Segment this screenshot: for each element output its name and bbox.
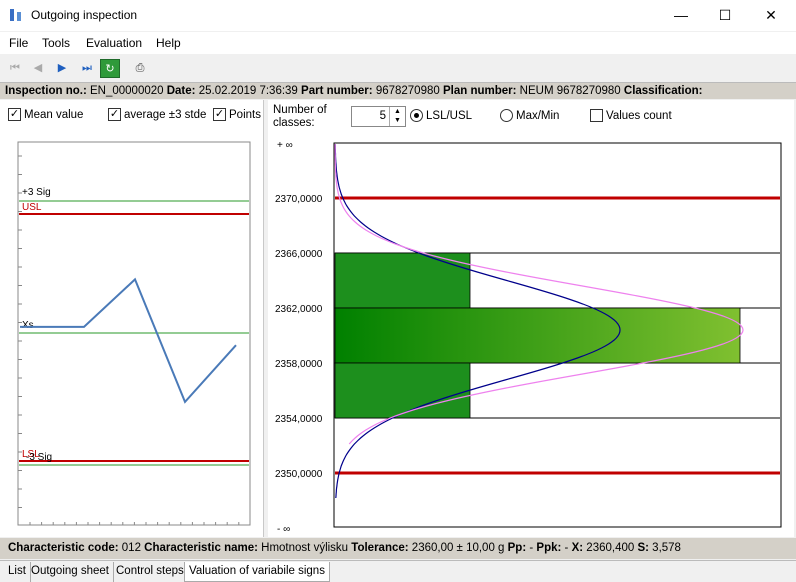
app-icon <box>10 9 21 21</box>
menu-file[interactable]: File <box>9 36 28 50</box>
window-title: Outgoing inspection <box>31 8 138 22</box>
s-value: 3,578 <box>652 542 681 554</box>
print-icon[interactable]: ⎙ <box>130 59 150 78</box>
values-count-check[interactable] <box>590 109 603 122</box>
plus3-sig-label: +3 Sig <box>22 187 51 198</box>
y-tick-label: 2358,0000 <box>275 359 323 370</box>
max-min-radio-dot[interactable] <box>500 109 513 122</box>
name-value: Hmotnost výlisku <box>261 542 349 554</box>
s-label: S: <box>637 542 649 554</box>
y-tick-label: 2370,0000 <box>275 194 323 205</box>
inspection-info-bar: Inspection no.: EN_00000020 Date: 25.02.… <box>0 82 796 99</box>
values-count-label: Values count <box>606 109 672 122</box>
control-chart: +3 Sig USL Xs LSL -3 Sig <box>17 141 251 526</box>
menu-bar: File Tools Evaluation Help <box>0 32 796 54</box>
xs-label: Xs <box>22 320 34 331</box>
max-min-radio[interactable]: Max/Min <box>500 109 559 122</box>
plan-value: NEUM 9678270980 <box>519 85 621 97</box>
y-tick-label: 2354,0000 <box>275 414 323 425</box>
histogram-bar <box>334 252 471 309</box>
tolerance-value: 2360,00 ± 10,00 g <box>411 542 505 554</box>
histogram-bar <box>334 307 741 364</box>
tab-control-steps[interactable]: Control steps <box>112 562 189 582</box>
classes-label: Number of classes: <box>273 104 327 129</box>
part-label: Part number: <box>301 85 373 97</box>
part-value: 9678270980 <box>375 85 440 97</box>
date-value: 25.02.2019 7:36:39 <box>198 85 298 97</box>
y-tick-label: 2362,0000 <box>275 304 323 315</box>
maximize-button[interactable]: ☐ <box>702 0 748 31</box>
tab-outgoing-sheet[interactable]: Outgoing sheet <box>27 562 115 582</box>
histogram-panel: Number of classes: 5 ▲ ▼ LSL/USL Max/Min … <box>268 100 794 537</box>
points-checkbox[interactable]: ✓ Points <box>213 108 261 121</box>
ppk-label: Ppk: <box>536 542 562 554</box>
code-label: Characteristic code: <box>8 542 119 554</box>
menu-tools[interactable]: Tools <box>42 36 70 50</box>
histogram-bar <box>334 362 471 419</box>
average-checkbox[interactable]: ✓ average ±3 stde <box>108 108 206 121</box>
minus3-sig-label: -3 Sig <box>26 452 52 463</box>
first-record-icon[interactable]: ⏮ <box>5 59 25 78</box>
menu-help[interactable]: Help <box>156 36 181 50</box>
tab-valuation[interactable]: Valuation of variabile signs <box>184 562 330 582</box>
refresh-icon[interactable]: ↻ <box>100 59 120 78</box>
y-tick-label: 2350,0000 <box>275 469 323 480</box>
spinner-arrows[interactable]: ▲ ▼ <box>389 107 405 126</box>
prev-record-icon[interactable]: ◀ <box>28 59 48 78</box>
last-record-icon[interactable]: ⏭ <box>77 59 97 78</box>
pp-value: - <box>529 542 534 554</box>
x-value: 2360,400 <box>586 542 635 554</box>
tolerance-label: Tolerance: <box>351 542 409 554</box>
inspection-label: Inspection no.: <box>5 85 87 97</box>
menu-evaluation[interactable]: Evaluation <box>86 36 142 50</box>
name-label: Characteristic name: <box>144 542 258 554</box>
pp-label: Pp: <box>507 542 527 554</box>
date-label: Date: <box>166 85 196 97</box>
title-bar: Outgoing inspection — ☐ ✕ <box>0 0 796 31</box>
points-label: Points <box>229 108 261 121</box>
plus-infinity-label: + ∞ <box>277 140 293 151</box>
average-label: average ±3 stde <box>124 108 207 121</box>
values-count-checkbox[interactable]: Values count <box>590 109 672 122</box>
classes-value[interactable]: 5 <box>380 110 386 122</box>
lsl-usl-radio[interactable]: LSL/USL <box>410 109 472 122</box>
points-check[interactable]: ✓ <box>213 108 226 121</box>
average-check[interactable]: ✓ <box>108 108 121 121</box>
plan-label: Plan number: <box>442 85 517 97</box>
control-chart-panel: ✓ Mean value ✓ average ±3 stde ✓ Points … <box>0 100 264 537</box>
usl-label: USL <box>22 202 42 213</box>
lsl-usl-radio-dot[interactable] <box>410 109 423 122</box>
close-button[interactable]: ✕ <box>748 0 794 31</box>
inspection-value: EN_00000020 <box>89 85 164 97</box>
mean-value-checkbox[interactable]: ✓ Mean value <box>8 108 83 121</box>
mean-value-label: Mean value <box>24 108 84 121</box>
ppk-value: - <box>564 542 569 554</box>
bottom-tabs: List Outgoing sheet Control steps Valuat… <box>0 560 796 582</box>
classes-spinner[interactable]: 5 ▲ ▼ <box>351 106 406 127</box>
histogram-y-ticks: 2370,0000 2366,0000 2362,0000 2358,0000 2354… <box>275 194 323 480</box>
x-label: X: <box>571 542 584 554</box>
toolbar: ⏮ ◀ ▶ ⏭ ↻ ⎙ <box>0 56 796 81</box>
minimize-button[interactable]: — <box>658 0 704 31</box>
characteristic-status-bar: Characteristic code: 012 Characteristic … <box>0 538 796 559</box>
lsl-usl-label: LSL/USL <box>426 109 473 122</box>
classification-label: Classification: <box>623 85 703 97</box>
y-tick-label: 2366,0000 <box>275 249 323 260</box>
next-record-icon[interactable]: ▶ <box>52 59 72 78</box>
histogram-chart: + ∞ - ∞ 2370,0000 2366,0000 2362,0000 2358,… <box>275 140 782 535</box>
minus-infinity-label: - ∞ <box>277 524 290 535</box>
code-value: 012 <box>121 542 141 554</box>
max-min-label: Max/Min <box>516 109 560 122</box>
mean-value-check[interactable]: ✓ <box>8 108 21 121</box>
